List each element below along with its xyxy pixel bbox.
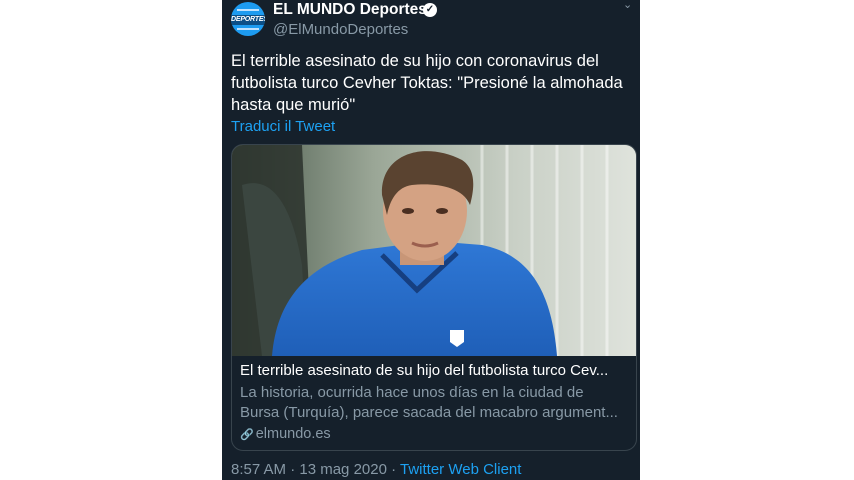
client-link[interactable]: Twitter Web Client	[400, 461, 521, 478]
avatar-stripe	[237, 9, 259, 11]
chevron-down-icon[interactable]: ⌄	[623, 0, 632, 11]
card-domain-text: elmundo.es	[255, 426, 331, 442]
card-domain[interactable]: 🔗 elmundo.es	[240, 424, 331, 445]
card-body[interactable]: El terrible asesinato de su hijo del fut…	[232, 356, 636, 450]
avatar-stripe-bottom	[237, 28, 259, 30]
timestamp[interactable]: 8:57 AM · 13 mag 2020 ·	[231, 461, 400, 478]
card-description: La historia, ocurrida hace unos días en …	[240, 383, 632, 423]
translate-link[interactable]: Traduci il Tweet	[231, 117, 335, 137]
account-name[interactable]: EL MUNDO Deportes	[273, 0, 427, 20]
card-photo	[232, 145, 636, 356]
avatar-text: DEPORTES	[231, 16, 265, 23]
verified-badge-icon: ✓	[423, 3, 437, 17]
tweet-container: DEPORTES EL MUNDO Deportes ✓ @ElMundoDep…	[222, 0, 640, 480]
card-description-line1: La historia, ocurrida hace unos días en …	[240, 384, 584, 401]
account-handle[interactable]: @ElMundoDeportes	[273, 20, 408, 40]
link-card[interactable]: El terrible asesinato de su hijo del fut…	[231, 144, 637, 451]
card-image	[232, 145, 636, 356]
link-icon: 🔗	[240, 429, 254, 441]
card-description-line2: Bursa (Turquía), parece sacada del macab…	[240, 404, 618, 421]
avatar[interactable]: DEPORTES	[231, 2, 265, 36]
tweet-meta: 8:57 AM · 13 mag 2020 · Twitter Web Clie…	[231, 460, 521, 480]
card-title[interactable]: El terrible asesinato de su hijo del fut…	[240, 361, 630, 381]
tweet-text: El terrible asesinato de su hijo con cor…	[231, 52, 623, 114]
